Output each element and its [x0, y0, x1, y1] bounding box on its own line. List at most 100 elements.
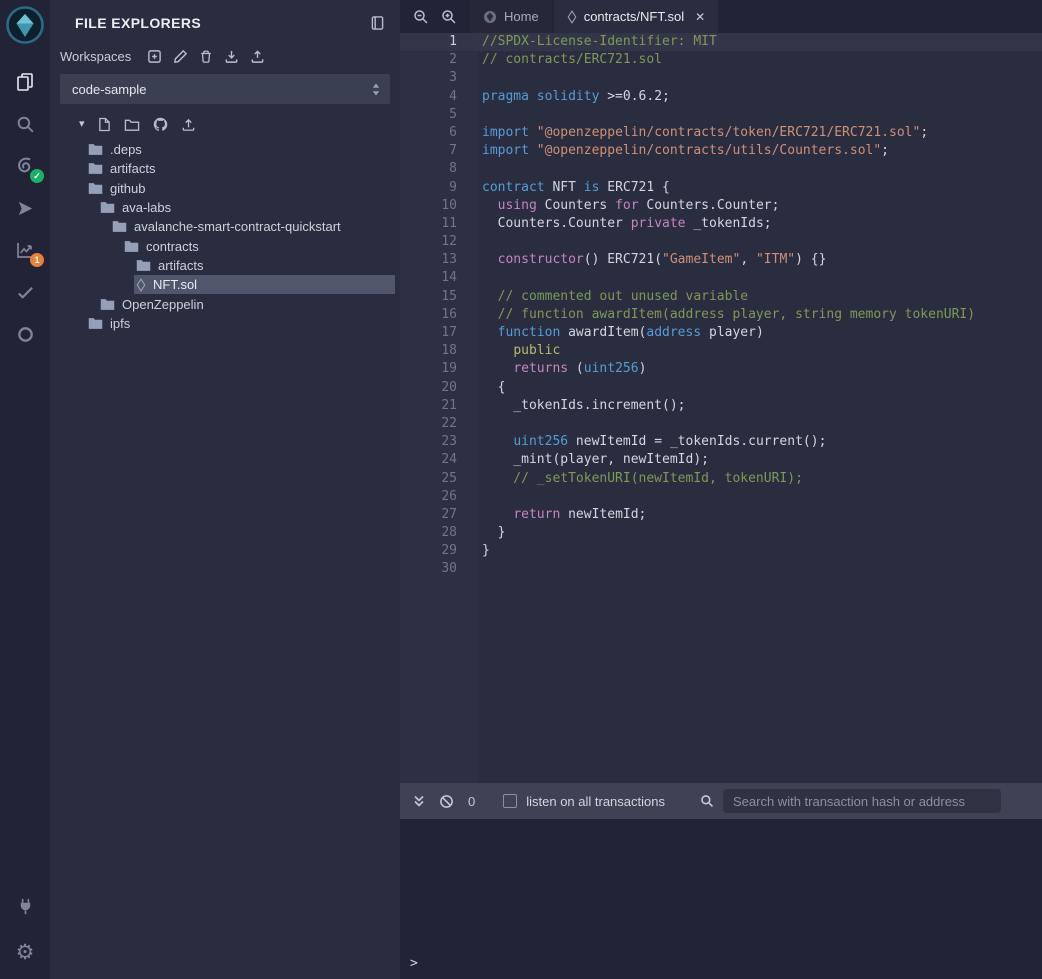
publish-icon[interactable]: [181, 117, 196, 132]
line-number[interactable]: 26: [400, 488, 478, 506]
line-number[interactable]: 5: [400, 106, 478, 124]
new-file-icon[interactable]: [98, 117, 111, 132]
code-line-18[interactable]: 18 public: [400, 342, 1042, 360]
code-line-11[interactable]: 11 Counters.Counter private _tokenIds;: [400, 215, 1042, 233]
tab-nft-sol[interactable]: contracts/NFT.sol ✕: [554, 0, 718, 33]
line-number[interactable]: 12: [400, 233, 478, 251]
line-number[interactable]: 25: [400, 470, 478, 488]
code-line-8[interactable]: 8: [400, 160, 1042, 178]
code-line-21[interactable]: 21 _tokenIds.increment();: [400, 397, 1042, 415]
zoom-out-icon[interactable]: [413, 9, 429, 25]
tree-item-avalanche-smart-contract-quickstart[interactable]: avalanche-smart-contract-quickstart: [50, 217, 400, 236]
panel-info-icon[interactable]: [371, 15, 384, 31]
tree-item-ipfs[interactable]: ipfs: [50, 314, 400, 333]
line-number[interactable]: 11: [400, 215, 478, 233]
listen-transactions-checkbox[interactable]: [503, 794, 517, 808]
tree-item-artifacts[interactable]: artifacts: [50, 256, 400, 275]
line-number[interactable]: 27: [400, 506, 478, 524]
code-line-1[interactable]: 1//SPDX-License-Identifier: MIT: [400, 33, 1042, 51]
tab-home[interactable]: Home: [470, 0, 552, 33]
line-number[interactable]: 9: [400, 179, 478, 197]
code-line-29[interactable]: 29}: [400, 542, 1042, 560]
tree-item-artifacts[interactable]: artifacts: [50, 159, 400, 178]
code-line-19[interactable]: 19 returns (uint256): [400, 360, 1042, 378]
zoom-in-icon[interactable]: [441, 9, 457, 25]
line-number[interactable]: 30: [400, 560, 478, 578]
plugin-manager-icon[interactable]: [12, 893, 38, 919]
line-number[interactable]: 4: [400, 88, 478, 106]
line-number[interactable]: 22: [400, 415, 478, 433]
code-line-14[interactable]: 14: [400, 269, 1042, 287]
search-icon[interactable]: [12, 111, 38, 137]
workspace-select[interactable]: code-sample: [60, 74, 390, 104]
code-line-20[interactable]: 20 {: [400, 379, 1042, 397]
clear-console-icon[interactable]: [439, 794, 454, 809]
line-number[interactable]: 24: [400, 451, 478, 469]
code-line-15[interactable]: 15 // commented out unused variable: [400, 288, 1042, 306]
line-number[interactable]: 1: [400, 33, 478, 51]
line-number[interactable]: 2: [400, 51, 478, 69]
code-line-28[interactable]: 28 }: [400, 524, 1042, 542]
code-line-24[interactable]: 24 _mint(player, newItemId);: [400, 451, 1042, 469]
deploy-run-icon[interactable]: [12, 195, 38, 221]
sourcify-icon[interactable]: [12, 321, 38, 347]
analysis-check-icon[interactable]: [12, 279, 38, 305]
rename-workspace-icon[interactable]: [173, 49, 188, 64]
line-number[interactable]: 6: [400, 124, 478, 142]
code-line-10[interactable]: 10 using Counters for Counters.Counter;: [400, 197, 1042, 215]
settings-gear-icon[interactable]: ⚙: [12, 939, 38, 965]
code-line-2[interactable]: 2// contracts/ERC721.sol: [400, 51, 1042, 69]
line-number[interactable]: 20: [400, 379, 478, 397]
line-number[interactable]: 8: [400, 160, 478, 178]
tree-item-contracts[interactable]: contracts: [50, 236, 400, 255]
terminal-cli-input[interactable]: >: [410, 956, 1032, 971]
collapse-caret-icon[interactable]: ▾: [79, 119, 85, 130]
create-workspace-icon[interactable]: [147, 49, 162, 64]
code-line-22[interactable]: 22: [400, 415, 1042, 433]
line-number[interactable]: 14: [400, 269, 478, 287]
line-number[interactable]: 10: [400, 197, 478, 215]
code-line-30[interactable]: 30: [400, 560, 1042, 578]
code-line-9[interactable]: 9contract NFT is ERC721 {: [400, 179, 1042, 197]
code-line-4[interactable]: 4pragma solidity >=0.6.2;: [400, 88, 1042, 106]
code-line-27[interactable]: 27 return newItemId;: [400, 506, 1042, 524]
tree-item-NFT.sol[interactable]: NFT.sol: [50, 275, 400, 294]
line-number[interactable]: 7: [400, 142, 478, 160]
line-number[interactable]: 21: [400, 397, 478, 415]
new-folder-icon[interactable]: [124, 118, 140, 132]
code-line-7[interactable]: 7import "@openzeppelin/contracts/utils/C…: [400, 142, 1042, 160]
code-line-5[interactable]: 5: [400, 106, 1042, 124]
delete-workspace-icon[interactable]: [199, 49, 213, 64]
line-number[interactable]: 28: [400, 524, 478, 542]
tree-item-github[interactable]: github: [50, 179, 400, 198]
tree-item-OpenZeppelin[interactable]: OpenZeppelin: [50, 294, 400, 313]
github-icon[interactable]: [153, 117, 168, 132]
code-line-6[interactable]: 6import "@openzeppelin/contracts/token/E…: [400, 124, 1042, 142]
collapse-terminal-icon[interactable]: [412, 794, 426, 808]
code-line-16[interactable]: 16 // function awardItem(address player,…: [400, 306, 1042, 324]
code-line-12[interactable]: 12: [400, 233, 1042, 251]
code-line-13[interactable]: 13 constructor() ERC721("GameItem", "ITM…: [400, 251, 1042, 269]
code-editor[interactable]: 1//SPDX-License-Identifier: MIT2// contr…: [400, 33, 1042, 783]
line-number[interactable]: 29: [400, 542, 478, 560]
line-number[interactable]: 18: [400, 342, 478, 360]
file-explorer-icon[interactable]: [12, 69, 38, 95]
download-workspace-icon[interactable]: [224, 49, 239, 64]
line-number[interactable]: 19: [400, 360, 478, 378]
solidity-compiler-icon[interactable]: ✓: [12, 153, 38, 179]
tree-item-.deps[interactable]: .deps: [50, 140, 400, 159]
upload-workspace-icon[interactable]: [250, 49, 265, 64]
line-number[interactable]: 16: [400, 306, 478, 324]
line-number[interactable]: 13: [400, 251, 478, 269]
code-line-23[interactable]: 23 uint256 newItemId = _tokenIds.current…: [400, 433, 1042, 451]
tree-item-ava-labs[interactable]: ava-labs: [50, 198, 400, 217]
code-line-3[interactable]: 3: [400, 69, 1042, 87]
code-line-26[interactable]: 26: [400, 488, 1042, 506]
line-number[interactable]: 23: [400, 433, 478, 451]
line-number[interactable]: 3: [400, 69, 478, 87]
close-tab-icon[interactable]: ✕: [695, 10, 705, 24]
line-number[interactable]: 17: [400, 324, 478, 342]
code-line-17[interactable]: 17 function awardItem(address player): [400, 324, 1042, 342]
code-line-25[interactable]: 25 // _setTokenURI(newItemId, tokenURI);: [400, 470, 1042, 488]
line-number[interactable]: 15: [400, 288, 478, 306]
